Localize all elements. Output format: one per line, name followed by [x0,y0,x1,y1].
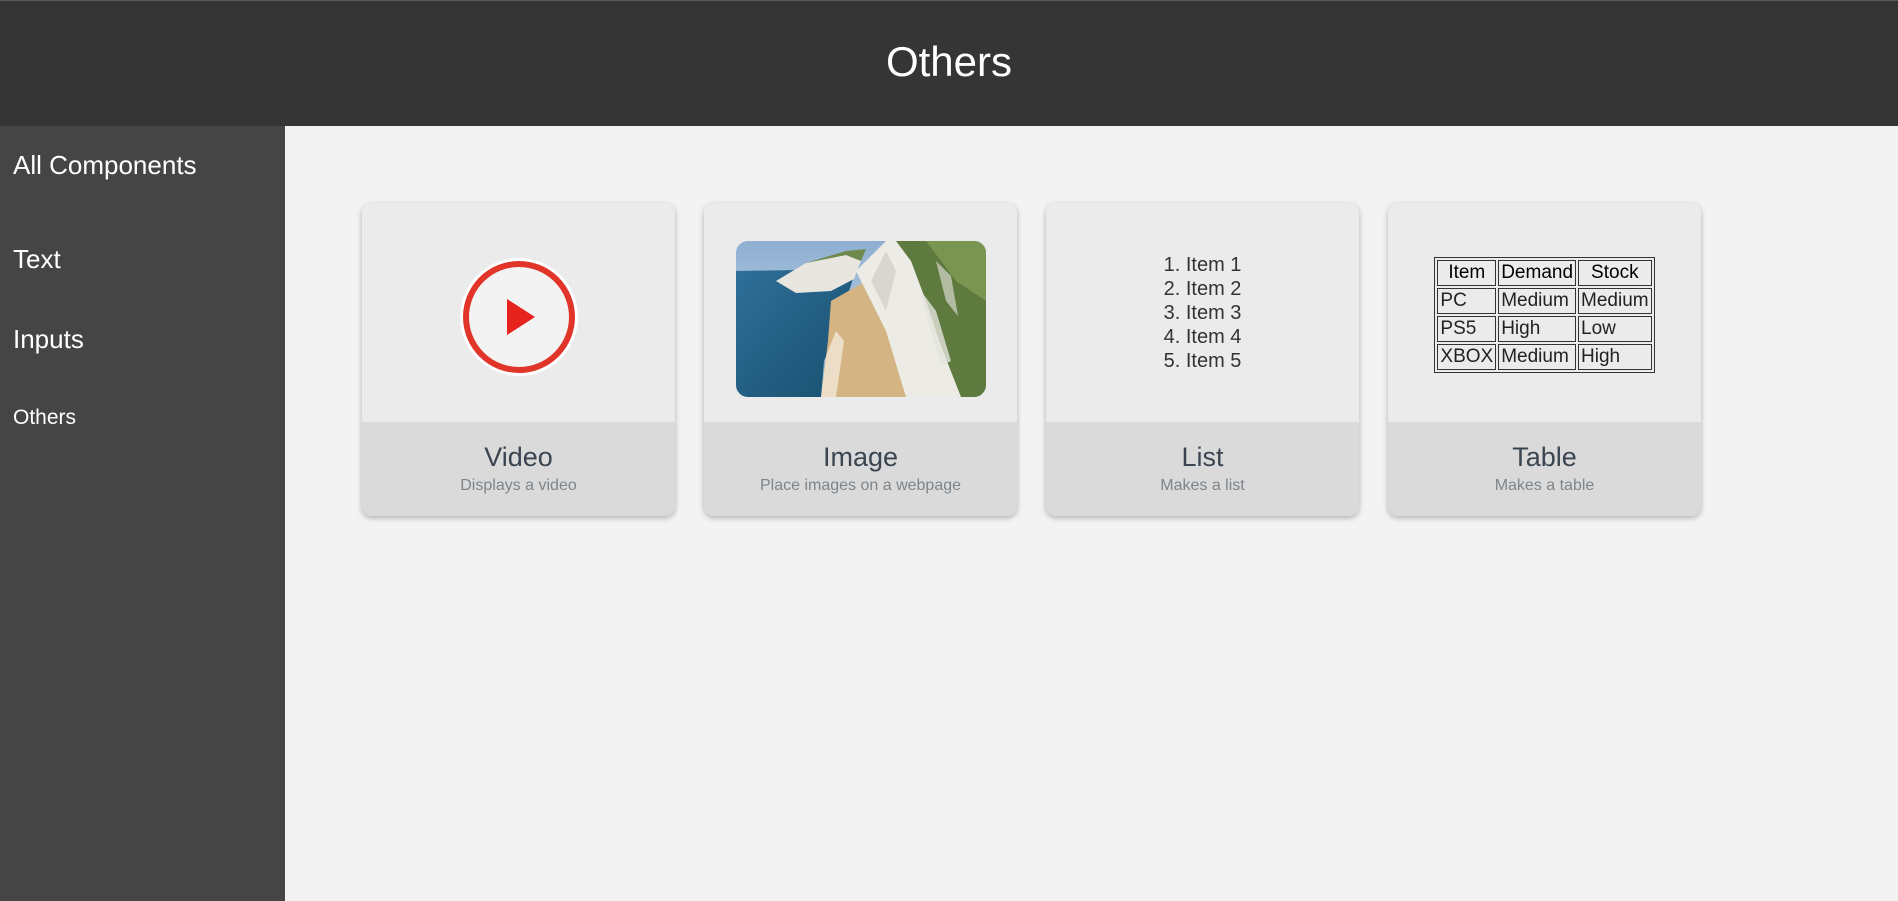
card-footer: Table Makes a table [1388,422,1701,516]
sidebar-item-others[interactable]: Others [13,406,76,430]
card-footer: Image Place images on a webpage [704,422,1017,516]
table-cell: High [1498,315,1577,342]
card-preview: 1. Item 1 2. Item 2 3. Item 3 4. Item 4 … [1046,203,1359,422]
card-description: Displays a video [460,477,577,494]
table-header-cell: Stock [1578,259,1652,286]
sidebar-item-text[interactable]: Text [13,244,61,275]
list-item: 1. Item 1 [1163,253,1242,276]
table-cell: PS5 [1437,315,1497,342]
card-table[interactable]: Item Demand Stock PC Medium Medium PS5 H… [1388,203,1701,516]
table-header-cell: Demand [1498,259,1577,286]
table-cell: High [1578,343,1652,370]
card-video[interactable]: Video Displays a video [362,203,675,516]
play-icon [462,260,575,373]
top-header: Others [0,0,1898,126]
card-image[interactable]: Image Place images on a webpage [704,203,1017,516]
sidebar-heading-all-components[interactable]: All Components [13,150,197,181]
table-cell: Medium [1578,287,1652,314]
table-cell: PC [1437,287,1497,314]
table-header-cell: Item [1437,259,1497,286]
table-row: XBOX Medium High [1437,343,1652,370]
card-title: List [1181,442,1224,472]
table-cell: XBOX [1437,343,1497,370]
table-cell: Low [1578,315,1652,342]
coastline-image-graphic [735,240,986,397]
play-triangle-icon [506,298,535,335]
card-footer: Video Displays a video [362,422,675,516]
coastline-image [735,240,986,397]
sidebar-item-inputs[interactable]: Inputs [13,324,84,355]
card-title: Image [822,442,899,472]
card-preview: Item Demand Stock PC Medium Medium PS5 H… [1388,203,1701,422]
table-row: PS5 High Low [1437,315,1652,342]
list-item: 2. Item 2 [1163,277,1242,300]
page-title: Others [885,37,1013,85]
card-title: Video [484,442,553,472]
ordered-list-preview: 1. Item 1 2. Item 2 3. Item 3 4. Item 4 … [1164,253,1242,373]
table-cell: Medium [1498,343,1577,370]
card-description: Makes a list [1160,477,1245,494]
card-description: Makes a table [1494,477,1595,494]
card-preview [362,203,675,422]
card-title: Table [1512,442,1577,472]
list-item: 4. Item 4 [1163,325,1242,348]
card-preview [704,203,1017,422]
list-item: 3. Item 3 [1163,301,1242,324]
card-footer: List Makes a list [1046,422,1359,516]
table-cell: Medium [1498,287,1577,314]
table-preview: Item Demand Stock PC Medium Medium PS5 H… [1434,256,1655,373]
table-row: PC Medium Medium [1437,287,1652,314]
card-list[interactable]: 1. Item 1 2. Item 2 3. Item 3 4. Item 4 … [1046,203,1359,516]
table-header-row: Item Demand Stock [1437,259,1652,286]
list-item: 5. Item 5 [1163,349,1242,372]
card-description: Place images on a webpage [759,477,962,494]
sidebar: All Components Text Inputs Others [0,126,285,901]
